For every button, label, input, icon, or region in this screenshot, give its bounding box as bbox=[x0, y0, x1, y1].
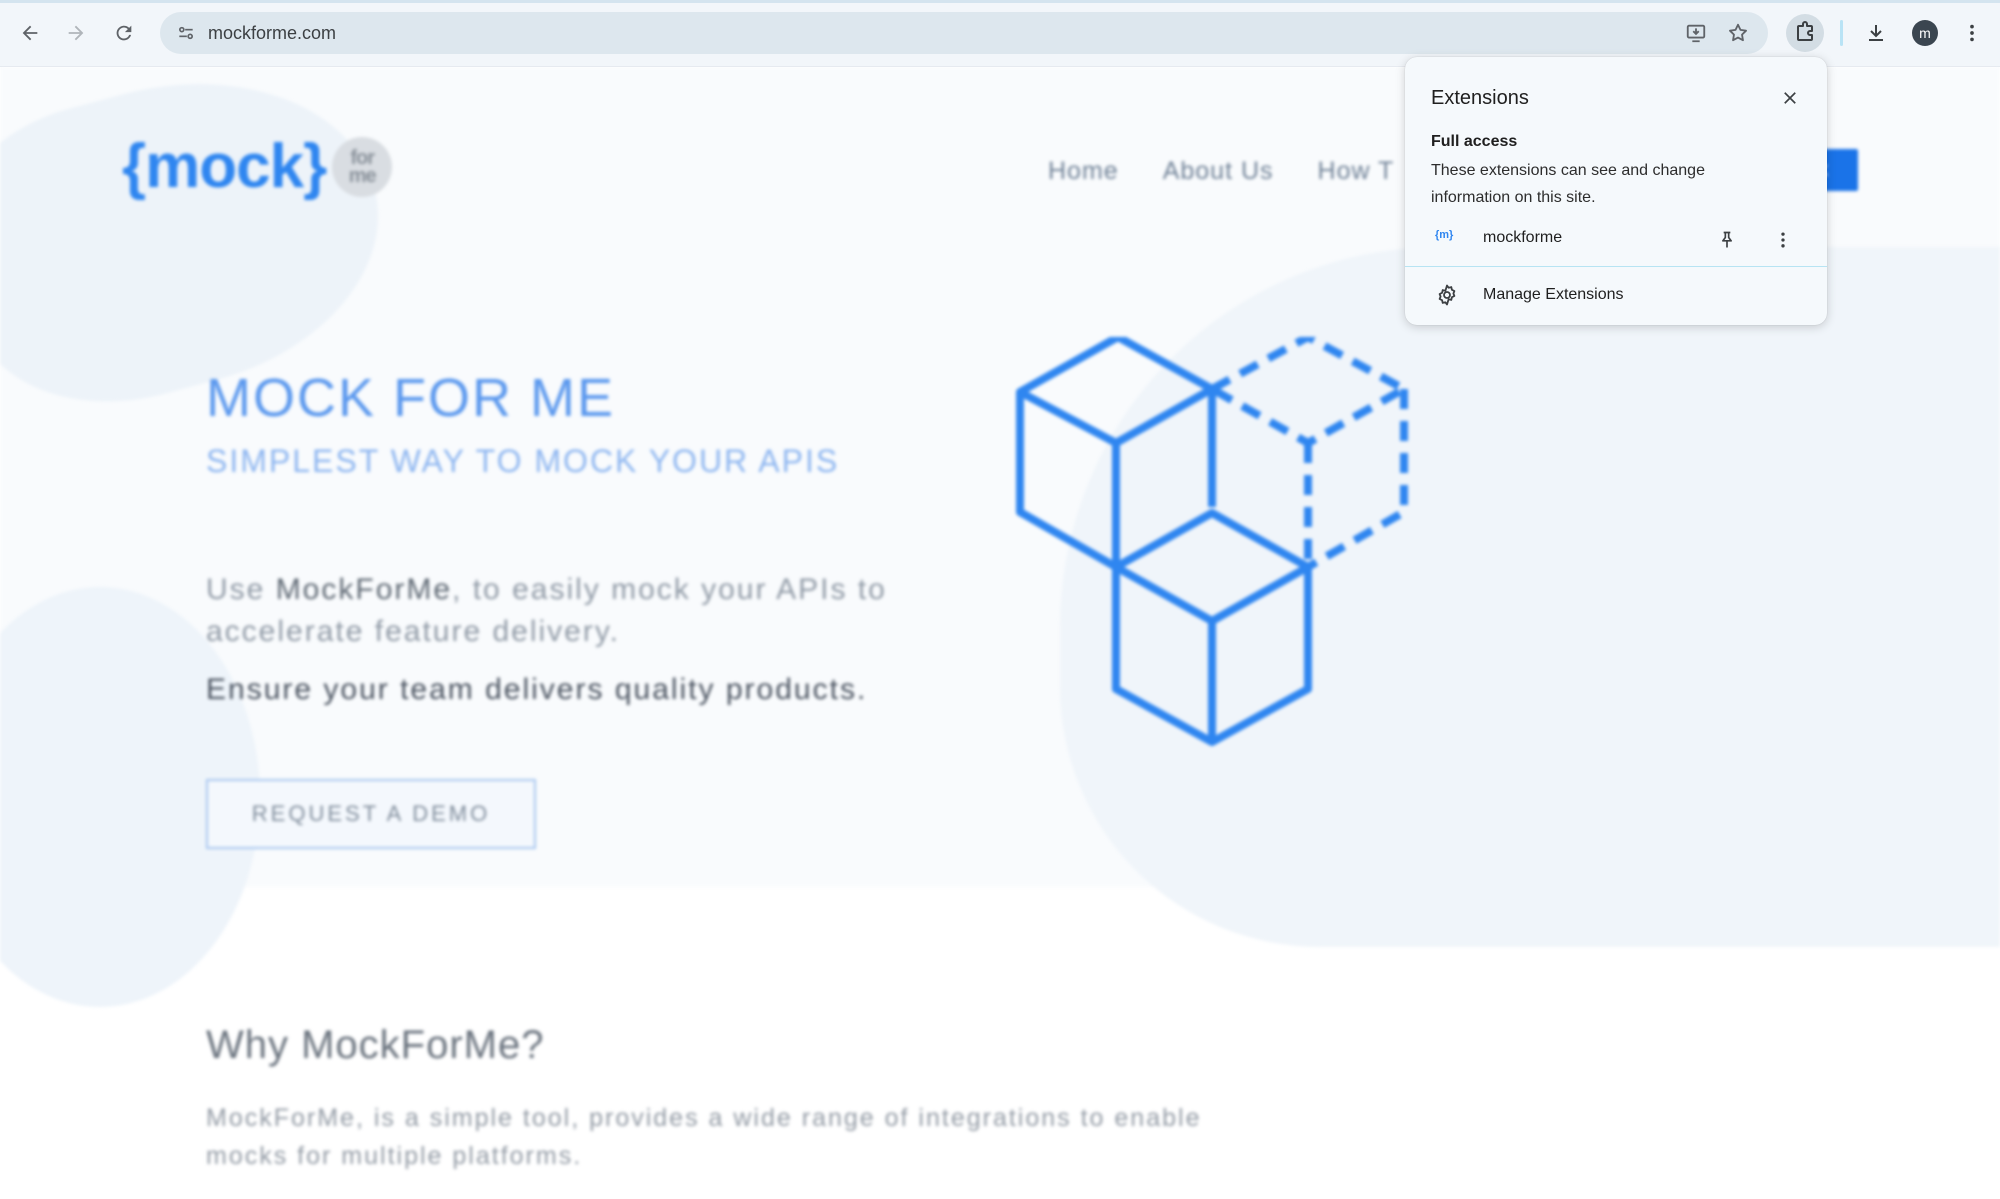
nav-how-it-works[interactable]: How T bbox=[1318, 157, 1395, 186]
puzzle-icon bbox=[1797, 21, 1813, 41]
logo-text: {mock} bbox=[122, 132, 327, 201]
reload-button[interactable] bbox=[108, 17, 140, 49]
pin-icon bbox=[1722, 231, 1732, 248]
logo-badge: for me bbox=[332, 136, 393, 197]
site-nav: Home About Us How T bbox=[1048, 157, 1394, 186]
hero-desc-brand: MockForMe bbox=[275, 573, 453, 606]
cubes-illustration bbox=[1016, 337, 1408, 746]
popup-title: Extensions bbox=[1431, 87, 1529, 109]
extension-name: mockforme bbox=[1483, 229, 1563, 246]
install-app-icon[interactable] bbox=[1682, 19, 1710, 47]
extensions-button[interactable] bbox=[1786, 14, 1824, 52]
hero-subtitle: SIMPLEST WAY TO MOCK YOUR APIS bbox=[206, 443, 840, 479]
mockforme-extension-icon: {m} bbox=[1435, 229, 1454, 241]
site-info-icon[interactable] bbox=[172, 19, 200, 47]
profile-avatar[interactable]: m bbox=[1912, 20, 1938, 46]
extensions-popup: Extensions Full access These extensions … bbox=[1405, 57, 1827, 325]
hero-tagline: Ensure your team delivers quality produc… bbox=[206, 673, 868, 706]
nav-home[interactable]: Home bbox=[1048, 157, 1119, 186]
close-icon bbox=[1784, 92, 1796, 104]
extension-item-mockforme[interactable]: {m} mockforme bbox=[1405, 217, 1827, 261]
why-heading: Why MockForMe? bbox=[206, 1023, 545, 1067]
address-bar[interactable]: mockforme.com bbox=[160, 12, 1768, 54]
toolbar-separator bbox=[1840, 20, 1843, 46]
full-access-description: These extensions can see and change info… bbox=[1431, 162, 1705, 206]
extension-more-options-button[interactable] bbox=[1769, 226, 1797, 254]
pin-extension-button[interactable] bbox=[1713, 226, 1741, 254]
gear-icon bbox=[1438, 284, 1456, 306]
popup-divider bbox=[1405, 266, 1827, 267]
logo-badge-top: for bbox=[350, 146, 375, 169]
kebab-menu-icon bbox=[1781, 232, 1785, 248]
site-logo[interactable]: {mock} for me bbox=[122, 131, 393, 202]
chrome-menu-button[interactable] bbox=[1953, 14, 1991, 52]
hero-desc-prefix: Use bbox=[206, 573, 276, 606]
nav-about-us[interactable]: About Us bbox=[1163, 157, 1274, 186]
forward-arrow-icon bbox=[68, 25, 84, 41]
hero-description: Use MockForMe, to easily mock your APIs … bbox=[206, 569, 966, 653]
full-access-heading: Full access bbox=[1431, 133, 1518, 150]
close-popup-button[interactable] bbox=[1775, 83, 1805, 113]
forward-button[interactable] bbox=[60, 17, 92, 49]
back-arrow-icon bbox=[22, 25, 38, 41]
hero-title: MOCK FOR ME bbox=[206, 368, 615, 428]
back-button[interactable] bbox=[14, 17, 46, 49]
logo-badge-bottom: me bbox=[348, 164, 377, 187]
downloads-button[interactable] bbox=[1857, 14, 1895, 52]
url-text[interactable]: mockforme.com bbox=[208, 23, 336, 44]
manage-extensions-button[interactable]: Manage Extensions bbox=[1405, 271, 1827, 319]
tab-strip-edge bbox=[0, 0, 2000, 3]
bookmark-star-icon[interactable] bbox=[1724, 19, 1752, 47]
reload-icon bbox=[116, 25, 132, 41]
request-demo-button[interactable]: REQUEST A DEMO bbox=[206, 779, 536, 849]
manage-extensions-label: Manage Extensions bbox=[1483, 286, 1624, 303]
kebab-menu-icon bbox=[1970, 24, 1974, 42]
why-description: MockForMe, is a simple tool, provides a … bbox=[206, 1104, 1202, 1170]
download-icon bbox=[1869, 25, 1883, 41]
